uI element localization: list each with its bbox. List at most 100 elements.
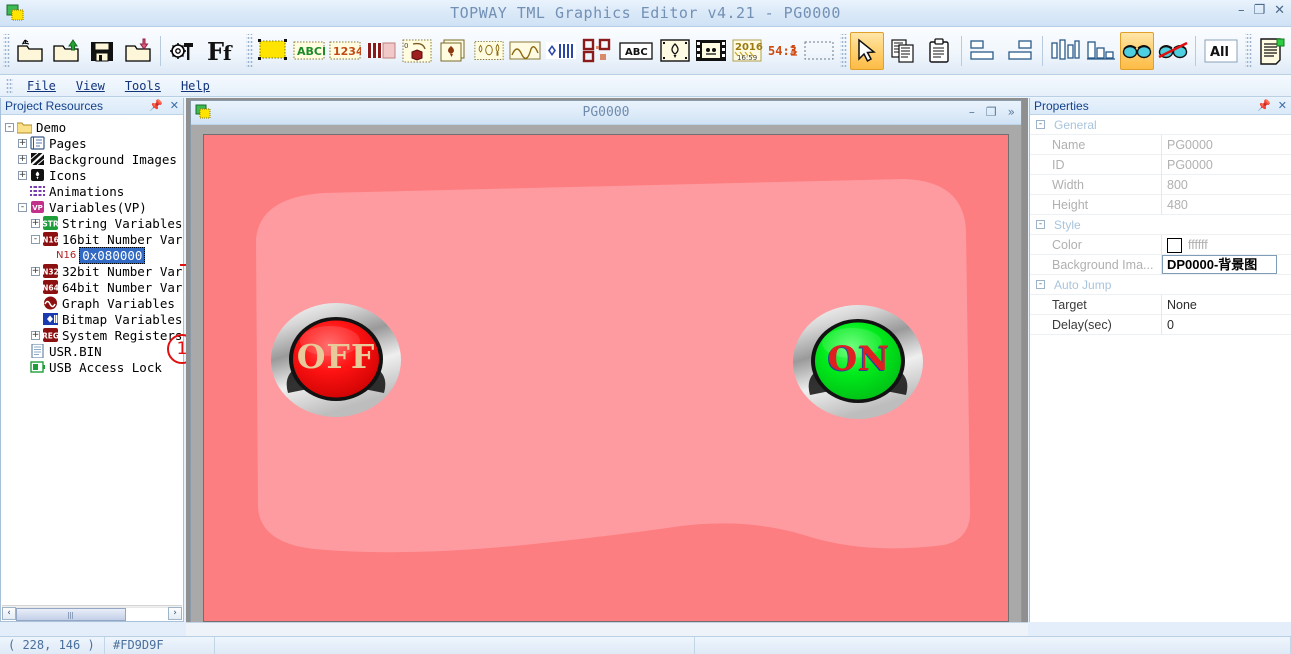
number-widget-button[interactable]: 1234 xyxy=(328,32,362,70)
tree-node-animations[interactable]: Animations xyxy=(5,183,183,199)
icon-widget-button[interactable] xyxy=(436,32,470,70)
property-value[interactable]: 0 xyxy=(1162,315,1291,335)
close-button[interactable]: ✕ xyxy=(1274,4,1285,17)
toolbar-grip[interactable] xyxy=(3,33,10,68)
property-value[interactable]: PG0000 xyxy=(1162,155,1291,175)
menu-view[interactable]: View xyxy=(66,78,115,94)
document-maximize-button[interactable]: ❐ xyxy=(986,106,997,118)
properties-pin-icon[interactable]: 📌 xyxy=(1257,99,1271,113)
project-tree-hscrollbar[interactable]: ‹ › xyxy=(2,605,182,621)
rectangle-tool-button[interactable] xyxy=(256,32,290,70)
tree-expander[interactable]: + xyxy=(18,154,27,164)
button-widget-button[interactable]: ABC xyxy=(616,32,656,70)
property-row-height[interactable]: Height 480 xyxy=(1030,194,1291,215)
bargraph-widget-button[interactable] xyxy=(364,32,398,70)
curve-widget-button[interactable] xyxy=(508,32,542,70)
property-row-id[interactable]: ID PG0000 xyxy=(1030,154,1291,175)
save-button[interactable] xyxy=(85,32,119,70)
timer-widget-button[interactable]: 54:3 5 xyxy=(766,32,800,70)
category-expander[interactable]: - xyxy=(1036,220,1045,229)
menu-file[interactable]: File xyxy=(17,78,66,94)
tree-expander[interactable]: + xyxy=(31,330,40,340)
scroll-left-button[interactable]: ‹ xyxy=(2,606,16,620)
text-widget-button[interactable]: ABCD xyxy=(292,32,326,70)
tree-expander[interactable]: + xyxy=(18,170,27,180)
property-category-auto-jump[interactable]: - Auto Jump xyxy=(1030,275,1291,295)
tree-expander[interactable]: + xyxy=(31,218,40,228)
font-button[interactable]: F f xyxy=(202,32,242,70)
tree-node-background-images[interactable]: + Background Images xyxy=(5,151,183,167)
pin-icon[interactable]: 📌 xyxy=(149,99,163,113)
maximize-button[interactable]: ❐ xyxy=(1253,4,1265,17)
hscroll-thumb[interactable] xyxy=(16,607,126,621)
property-value[interactable]: ffffff xyxy=(1162,235,1291,255)
show-preview-button[interactable] xyxy=(1120,31,1154,70)
color-swatch[interactable] xyxy=(1167,237,1182,253)
multi-icon-button[interactable] xyxy=(472,32,506,70)
new-project-button[interactable] xyxy=(13,32,47,70)
property-row-name[interactable]: Name PG0000 xyxy=(1030,134,1291,155)
align-left-button[interactable] xyxy=(967,32,1001,70)
property-row-width[interactable]: Width 800 xyxy=(1030,174,1291,195)
hide-preview-button[interactable] xyxy=(1156,32,1190,70)
category-expander[interactable]: - xyxy=(1036,280,1045,289)
tree-node-bitmap-variables[interactable]: Bitmap Variables xyxy=(5,311,183,327)
tree-node-32bit-number[interactable]: + N32 32bit Number Var xyxy=(5,263,183,279)
property-value[interactable]: 800 xyxy=(1162,175,1291,195)
document-minimize-button[interactable]: – xyxy=(969,106,975,118)
tree-node-system-registers[interactable]: + REG System Registers xyxy=(5,327,183,343)
mdi-horizontal-scrollbar[interactable] xyxy=(186,622,1028,636)
slider-widget-button[interactable] xyxy=(544,32,578,70)
tree-expander[interactable]: + xyxy=(18,138,27,148)
close-icon[interactable]: ✕ xyxy=(170,99,179,113)
property-value[interactable]: None xyxy=(1162,295,1291,315)
property-row-delay[interactable]: Delay(sec) 0 xyxy=(1030,314,1291,335)
toolbar-grip-4[interactable] xyxy=(1245,33,1252,68)
image-widget-button[interactable] xyxy=(658,32,692,70)
property-value[interactable]: 480 xyxy=(1162,195,1291,215)
tree-expander[interactable]: - xyxy=(5,122,14,132)
align-right-button[interactable] xyxy=(1003,32,1037,70)
tree-node-usr-bin[interactable]: USR.BIN xyxy=(5,343,183,359)
property-row-target[interactable]: Target None xyxy=(1030,294,1291,315)
report-button[interactable] xyxy=(1255,32,1289,70)
tree-node-16bit-number[interactable]: - N16 16bit Number Var xyxy=(5,231,183,247)
scroll-right-button[interactable]: › xyxy=(168,606,182,620)
animation-widget-button[interactable] xyxy=(694,32,728,70)
select-all-button[interactable]: All xyxy=(1201,32,1241,70)
property-row-background-image[interactable]: Background Ima...DP0000-背景图▼ xyxy=(1030,254,1291,275)
tree-node-usb-access-lock[interactable]: USB Access Lock xyxy=(5,359,183,375)
menu-help[interactable]: Help xyxy=(171,78,220,94)
touch-area-button[interactable] xyxy=(802,32,836,70)
property-value[interactable]: PG0000 xyxy=(1162,135,1291,155)
property-value[interactable]: DP0000-背景图▼ xyxy=(1162,255,1277,274)
distribute-h-button[interactable] xyxy=(1048,32,1082,70)
hscroll-track[interactable] xyxy=(16,606,168,621)
tree-node-pages[interactable]: + Pages xyxy=(5,135,183,151)
toolbar-grip-2[interactable] xyxy=(246,33,253,68)
meter-widget-button[interactable]: 0 xyxy=(400,32,434,70)
properties-close-icon[interactable]: ✕ xyxy=(1278,99,1287,113)
off-push-button[interactable]: OFF xyxy=(270,301,402,419)
tree-node-string-variables[interactable]: + STR String Variables xyxy=(5,215,183,231)
tree-node-graph-variables[interactable]: Graph Variables xyxy=(5,295,183,311)
document-close-button[interactable]: » xyxy=(1008,106,1015,118)
tree-node-variables[interactable]: - VP Variables(VP) xyxy=(5,199,183,215)
property-category-general[interactable]: - General xyxy=(1030,115,1291,135)
qrcode-widget-button[interactable] xyxy=(580,32,614,70)
category-expander[interactable]: - xyxy=(1036,120,1045,129)
select-tool-button[interactable] xyxy=(850,31,884,70)
toolbar-grip-3[interactable] xyxy=(840,33,847,68)
date-widget-button[interactable]: 2016 16:59 xyxy=(730,32,764,70)
build-button[interactable] xyxy=(166,32,200,70)
tree-expander[interactable]: + xyxy=(31,266,40,276)
tree-expander[interactable]: - xyxy=(31,234,40,244)
same-size-button[interactable] xyxy=(1084,32,1118,70)
tree-node-64bit-number[interactable]: N64 64bit Number Var xyxy=(5,279,183,295)
open-project-button[interactable] xyxy=(49,32,83,70)
property-category-style[interactable]: - Style xyxy=(1030,215,1291,235)
copy-button[interactable] xyxy=(886,32,920,70)
tree-node-icons[interactable]: + Icons xyxy=(5,167,183,183)
minimize-button[interactable]: – xyxy=(1238,4,1245,17)
menubar-grip[interactable] xyxy=(6,77,13,94)
